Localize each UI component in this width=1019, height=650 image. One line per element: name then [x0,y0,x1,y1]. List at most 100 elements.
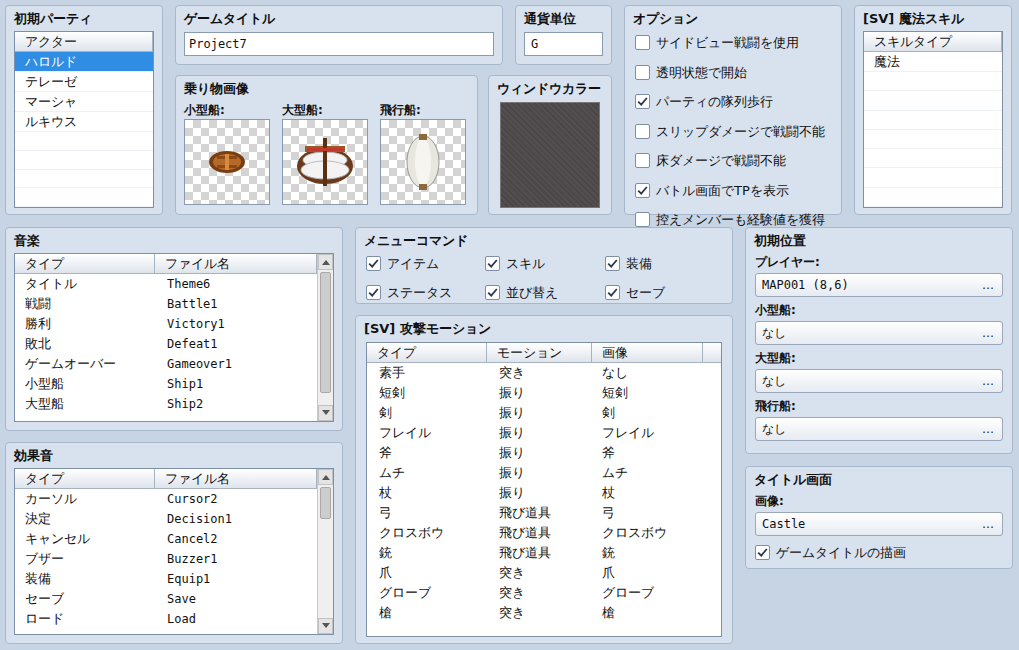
picker-field[interactable]: なし… [755,321,1003,345]
table-row[interactable]: 戦闘Battle1 [15,294,317,314]
table-row[interactable]: ゲームオーバーGameover1 [15,354,317,374]
scroll-down-button[interactable] [318,618,333,634]
column-header[interactable]: スキルタイプ [864,32,1002,52]
scrollbar[interactable] [317,254,333,421]
column-header[interactable]: タイプ [15,254,155,274]
empty-box-icon[interactable] [635,212,650,227]
column-header[interactable]: アクター [15,32,153,52]
table-row[interactable]: カーソルCursor2 [15,489,317,509]
scroll-down-button[interactable] [318,405,333,421]
table-row[interactable]: 敗北Defeat1 [15,334,317,354]
column-header[interactable]: タイプ [15,469,155,489]
checked-box-icon[interactable] [635,94,650,109]
column-header[interactable]: 画像 [592,343,703,363]
checkbox-row[interactable]: ステータス [366,283,485,303]
browse-button[interactable]: … [980,372,996,390]
game-title-input[interactable]: Project7 [184,32,494,56]
table-row[interactable]: クロスボウ飛び道具クロスボウ [367,523,721,543]
table-row[interactable]: グローブ突きグローブ [367,583,721,603]
empty-box-icon[interactable] [635,153,650,168]
checked-box-icon[interactable] [366,285,381,300]
checkbox-row[interactable]: スリップダメージで戦闘不能 [635,122,833,142]
scroll-up-button[interactable] [318,469,333,485]
table-row[interactable]: ブザーBuzzer1 [15,549,317,569]
picker-field[interactable]: MAP001 (8,6)… [755,273,1003,297]
table-row[interactable]: 杖振り杖 [367,483,721,503]
checked-box-icon[interactable] [605,256,620,271]
picker-field[interactable]: なし… [755,369,1003,393]
table-row[interactable]: 短剣振り短剣 [367,383,721,403]
list-item[interactable]: ルキウス [15,112,153,132]
attack-motions-table[interactable]: タイプモーション画像素手突きなし短剣振り短剣剣振り剣フレイル振りフレイル斧振り斧… [366,342,722,637]
table-row[interactable]: 大型船Ship2 [15,394,317,414]
empty-box-icon[interactable] [635,65,650,80]
picker-field[interactable]: Castle… [755,512,1003,536]
skill-type-list[interactable]: スキルタイプ魔法 [863,31,1003,208]
table-row[interactable]: 斧振り斧 [367,443,721,463]
checkbox-row[interactable]: 並び替え [485,283,604,303]
table-row[interactable]: 勝利Victory1 [15,314,317,334]
empty-box-icon[interactable] [635,124,650,139]
browse-button[interactable]: … [980,515,996,533]
checked-box-icon[interactable] [485,285,500,300]
list-item[interactable]: マーシャ [15,92,153,112]
checkbox-row[interactable]: パーティの隊列歩行 [635,92,833,112]
checkbox-row[interactable]: ゲームタイトルの描画 [755,543,1003,563]
browse-button[interactable]: … [980,420,996,438]
scroll-up-button[interactable] [318,254,333,270]
empty-row [15,170,153,189]
picker-field[interactable]: なし… [755,417,1003,441]
checked-box-icon[interactable] [605,285,620,300]
table-row[interactable]: 決定Decision1 [15,509,317,529]
scrollbar[interactable] [317,469,333,634]
checkbox-row[interactable]: 床ダメージで戦闘不能 [635,151,833,171]
music-table[interactable]: タイプファイル名タイトルTheme6戦闘Battle1勝利Victory1敗北D… [14,253,334,422]
table-row[interactable]: 剣振り剣 [367,403,721,423]
table-row[interactable]: 小型船Ship1 [15,374,317,394]
checkbox-row[interactable]: バトル画面でTPを表示 [635,181,833,201]
table-row[interactable]: 素手突きなし [367,363,721,383]
list-item[interactable]: テレーゼ [15,72,153,92]
table-row[interactable]: フレイル振りフレイル [367,423,721,443]
checked-box-icon[interactable] [485,256,500,271]
vehicle-image[interactable]: 小型船: [184,101,270,205]
currency-input[interactable]: G [524,32,603,56]
start-position: 小型船:なし… [755,301,1003,345]
table-row[interactable]: ムチ振りムチ [367,463,721,483]
table-row[interactable]: 装備Equip1 [15,569,317,589]
column-header[interactable]: タイプ [367,343,487,363]
vehicle-image[interactable]: 大型船: [282,101,368,205]
checkbox-row[interactable]: アイテム [366,254,485,274]
table-row[interactable]: セーブSave [15,589,317,609]
empty-box-icon[interactable] [635,35,650,50]
checked-box-icon[interactable] [366,256,381,271]
browse-button[interactable]: … [980,324,996,342]
checkbox-row[interactable]: スキル [485,254,604,274]
vehicle-image[interactable]: 飛行船: [380,101,466,205]
actor-list[interactable]: アクターハロルドテレーゼマーシャルキウス [14,31,154,208]
sound-effects-table[interactable]: タイプファイル名カーソルCursor2決定Decision1キャンセルCance… [14,468,334,635]
table-row[interactable]: 爪突き爪 [367,563,721,583]
table-row[interactable]: 槍突き槍 [367,603,721,623]
table-row[interactable]: ロードLoad [15,609,317,629]
checked-box-icon[interactable] [755,545,770,560]
table-row[interactable]: タイトルTheme6 [15,274,317,294]
checkbox-row[interactable]: サイドビュー戦闘を使用 [635,33,833,53]
checkbox-row[interactable]: 装備 [605,254,724,274]
list-item[interactable]: 魔法 [864,52,1002,72]
scroll-thumb[interactable] [320,487,331,519]
start-position: 飛行船:なし… [755,397,1003,441]
table-row[interactable]: 弓飛び道具弓 [367,503,721,523]
checkbox-row[interactable]: セーブ [605,283,724,303]
browse-button[interactable]: … [980,276,996,294]
column-header[interactable]: ファイル名 [155,254,317,274]
table-row[interactable]: 銃飛び道具銃 [367,543,721,563]
checkbox-row[interactable]: 透明状態で開始 [635,63,833,83]
column-header[interactable]: モーション [487,343,592,363]
table-row[interactable]: キャンセルCancel2 [15,529,317,549]
checked-box-icon[interactable] [635,183,650,198]
window-color-swatch[interactable] [500,102,600,208]
list-item[interactable]: ハロルド [15,52,153,72]
column-header[interactable]: ファイル名 [155,469,317,489]
scroll-thumb[interactable] [320,272,331,393]
